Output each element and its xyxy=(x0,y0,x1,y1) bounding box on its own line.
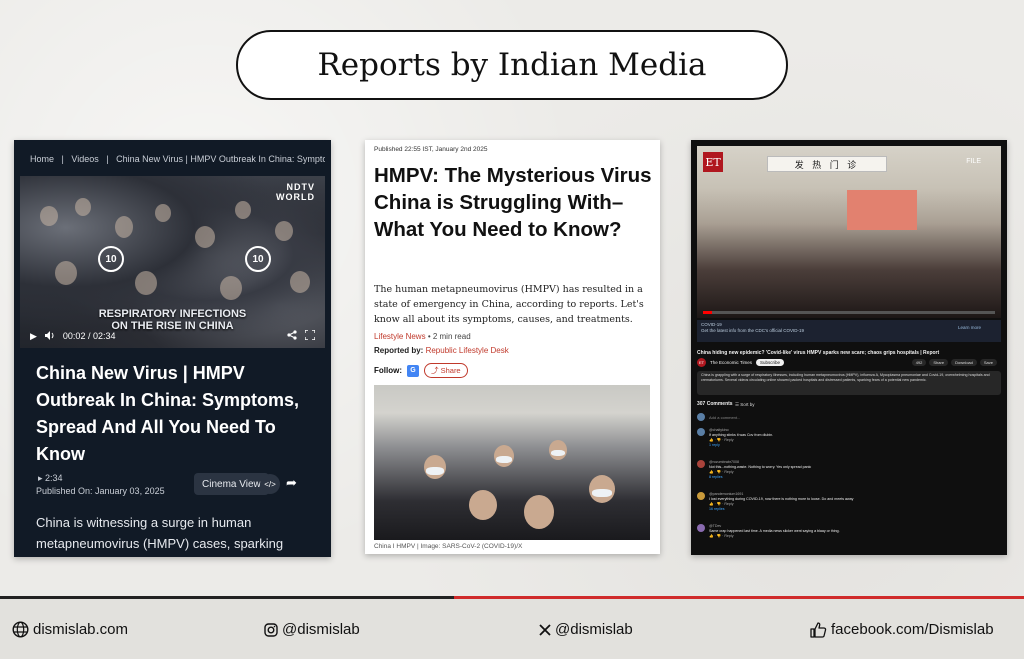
et-logo: ET xyxy=(703,152,723,172)
sort-label: Sort by xyxy=(740,402,755,407)
learn-more-link[interactable]: Learn more xyxy=(958,325,981,331)
published-date: Published On: January 03, 2025 xyxy=(36,486,165,496)
comment-item: @chaitykino If anything stinks it was Co… xyxy=(697,428,997,448)
breadcrumb-separator: | xyxy=(106,154,109,164)
thumbs-up-icon xyxy=(810,621,827,638)
like-button[interactable]: 492 xyxy=(911,359,927,366)
file-tag: FILE xyxy=(966,158,981,165)
instagram-icon xyxy=(264,622,278,637)
republic-screenshot-panel: Published 22:55 IST, January 2nd 2025 HM… xyxy=(365,140,660,554)
footer: dismislab.com @dismislab @dismislab face… xyxy=(0,599,1024,659)
article-headline: HMPV: The Mysterious Virus China is Stru… xyxy=(374,164,652,241)
ndtv-screenshot-panel: Home | Videos | China New Virus | HMPV O… xyxy=(14,140,331,557)
video-player[interactable]: 发 热 门 诊 ET FILE xyxy=(697,146,1001,318)
cinema-view-button[interactable]: Cinema View xyxy=(194,473,269,495)
add-comment-placeholder: Add a comment... xyxy=(709,414,741,420)
share-label: Share xyxy=(440,366,461,375)
byline-desk-link[interactable]: Republic Lifestyle Desk xyxy=(426,346,509,355)
video-time: 00:02 / 02:34 xyxy=(62,331,116,341)
fullscreen-icon[interactable] xyxy=(304,329,316,342)
avatar xyxy=(697,428,705,436)
comment-item: @pandemonium1691 I lost everything durin… xyxy=(697,492,997,512)
video-caption: RESPIRATORY INFECTIONS ON THE RISE IN CH… xyxy=(20,308,325,332)
x-logo-icon xyxy=(539,623,551,636)
share-button[interactable]: Share xyxy=(929,359,949,366)
economic-times-screenshot-panel: 发 热 门 诊 ET FILE COVID-19 Get the latest … xyxy=(691,140,1007,555)
rewind-10-icon[interactable]: 10 xyxy=(98,246,124,272)
embed-icon[interactable]: </> xyxy=(260,474,280,494)
ndtv-world-logo: NDTV WORLD xyxy=(276,182,315,202)
channel-row: ET The Economic Times Subscribe xyxy=(697,358,785,367)
google-news-icon[interactable]: G xyxy=(407,364,419,377)
video-controls: ▶ 00:02 / 02:34 xyxy=(30,329,316,342)
breadcrumb-separator: | xyxy=(61,154,64,164)
video-description[interactable]: China is grappling with a surge of respi… xyxy=(697,371,1001,395)
facebook-text: facebook.com/Dismislab xyxy=(831,621,994,638)
comment-item: @rozumbrabr7008 Not this...nothing.waste… xyxy=(697,460,997,480)
published-date: Published 22:55 IST, January 2nd 2025 xyxy=(374,146,488,153)
comment-item: @TDev Same crap happened last time. A me… xyxy=(697,524,997,539)
subscribe-button[interactable]: Subscribe xyxy=(756,359,785,366)
replies-toggle[interactable]: 16 replies xyxy=(709,507,997,512)
add-comment-field[interactable]: Add a comment... xyxy=(697,413,740,421)
brand-top: NDTV xyxy=(286,182,315,192)
notice-text: Get the latest info from the CDC's offic… xyxy=(701,328,805,333)
duration-text: 2:34 xyxy=(45,473,63,483)
video-player[interactable]: NDTV WORLD 10 10 RESPIRATORY INFECTIONS … xyxy=(20,176,325,348)
breadcrumb-home[interactable]: Home xyxy=(30,154,54,164)
share-button[interactable]: ⤴ Share xyxy=(424,363,468,378)
share-icon[interactable] xyxy=(287,330,297,342)
byline: Reported by: Republic Lifestyle Desk xyxy=(374,346,509,355)
avatar xyxy=(697,460,705,468)
comment-tools[interactable]: 👍 · 👎 · Reply xyxy=(709,534,997,539)
article-meta: Lifestyle News • 2 min read xyxy=(374,332,471,341)
video-actions: 492 Share Download Save xyxy=(911,359,997,366)
covid-info-panel: COVID-19 Get the latest info from the CD… xyxy=(697,320,1001,342)
x-link[interactable]: @dismislab xyxy=(539,621,633,638)
video-progress-bar[interactable] xyxy=(703,311,995,314)
follow-row: Follow: G ⤴ Share xyxy=(374,363,468,378)
video-duration: ▸ 2:34 xyxy=(38,473,63,483)
breadcrumb-current: China New Virus | HMPV Outbreak In China… xyxy=(116,154,325,164)
avatar xyxy=(697,413,705,421)
website-text: dismislab.com xyxy=(33,621,129,638)
share-arrow-icon[interactable]: ➦ xyxy=(286,475,297,491)
download-button[interactable]: Download xyxy=(951,359,977,366)
play-icon[interactable]: ▶ xyxy=(30,331,37,342)
caption-line: RESPIRATORY INFECTIONS xyxy=(98,308,247,320)
volume-icon[interactable] xyxy=(44,330,55,342)
replies-toggle[interactable]: 1 reply xyxy=(709,443,997,448)
breadcrumb-videos[interactable]: Videos xyxy=(71,154,98,164)
x-text: @dismislab xyxy=(555,621,633,638)
article-headline[interactable]: China New Virus | HMPV Outbreak In China… xyxy=(36,360,306,468)
image-credit: China I HMPV | Image: SARS-CoV-2 (COVID-… xyxy=(374,543,523,550)
comment-count: 307 Comments xyxy=(697,401,733,407)
article-body: China is witnessing a surge in human met… xyxy=(36,515,284,551)
forward-10-icon[interactable]: 10 xyxy=(245,246,271,272)
fever-clinic-sign: 发 热 门 诊 xyxy=(767,156,887,172)
globe-icon xyxy=(12,621,29,638)
follow-label: Follow: xyxy=(374,366,402,375)
byline-label: Reported by: xyxy=(374,346,424,355)
avatar xyxy=(697,492,705,500)
instagram-link[interactable]: @dismislab xyxy=(264,621,360,638)
read-time: 2 min read xyxy=(432,332,471,341)
page-title: Reports by Indian Media xyxy=(236,30,788,100)
breadcrumb: Home | Videos | China New Virus | HMPV O… xyxy=(30,154,325,164)
brand-bottom: WORLD xyxy=(276,192,315,202)
clinic-window xyxy=(847,190,917,230)
save-button[interactable]: Save xyxy=(979,359,997,366)
category-link[interactable]: Lifestyle News xyxy=(374,332,426,341)
facebook-link[interactable]: facebook.com/Dismislab xyxy=(810,621,994,638)
replies-toggle[interactable]: 8 replies xyxy=(709,475,997,480)
instagram-text: @dismislab xyxy=(282,621,360,638)
video-title: China hiding new epidemic? 'Covid-like' … xyxy=(697,350,940,356)
hospital-crowd-photo xyxy=(374,385,650,540)
avatar xyxy=(697,524,705,532)
sort-comments-button[interactable]: ☰ Sort by xyxy=(735,402,755,408)
article-summary: The human metapneumovirus (HMPV) has res… xyxy=(374,284,644,325)
channel-name[interactable]: The Economic Times xyxy=(710,360,752,365)
channel-avatar[interactable]: ET xyxy=(697,358,706,367)
website-link[interactable]: dismislab.com xyxy=(12,621,128,638)
